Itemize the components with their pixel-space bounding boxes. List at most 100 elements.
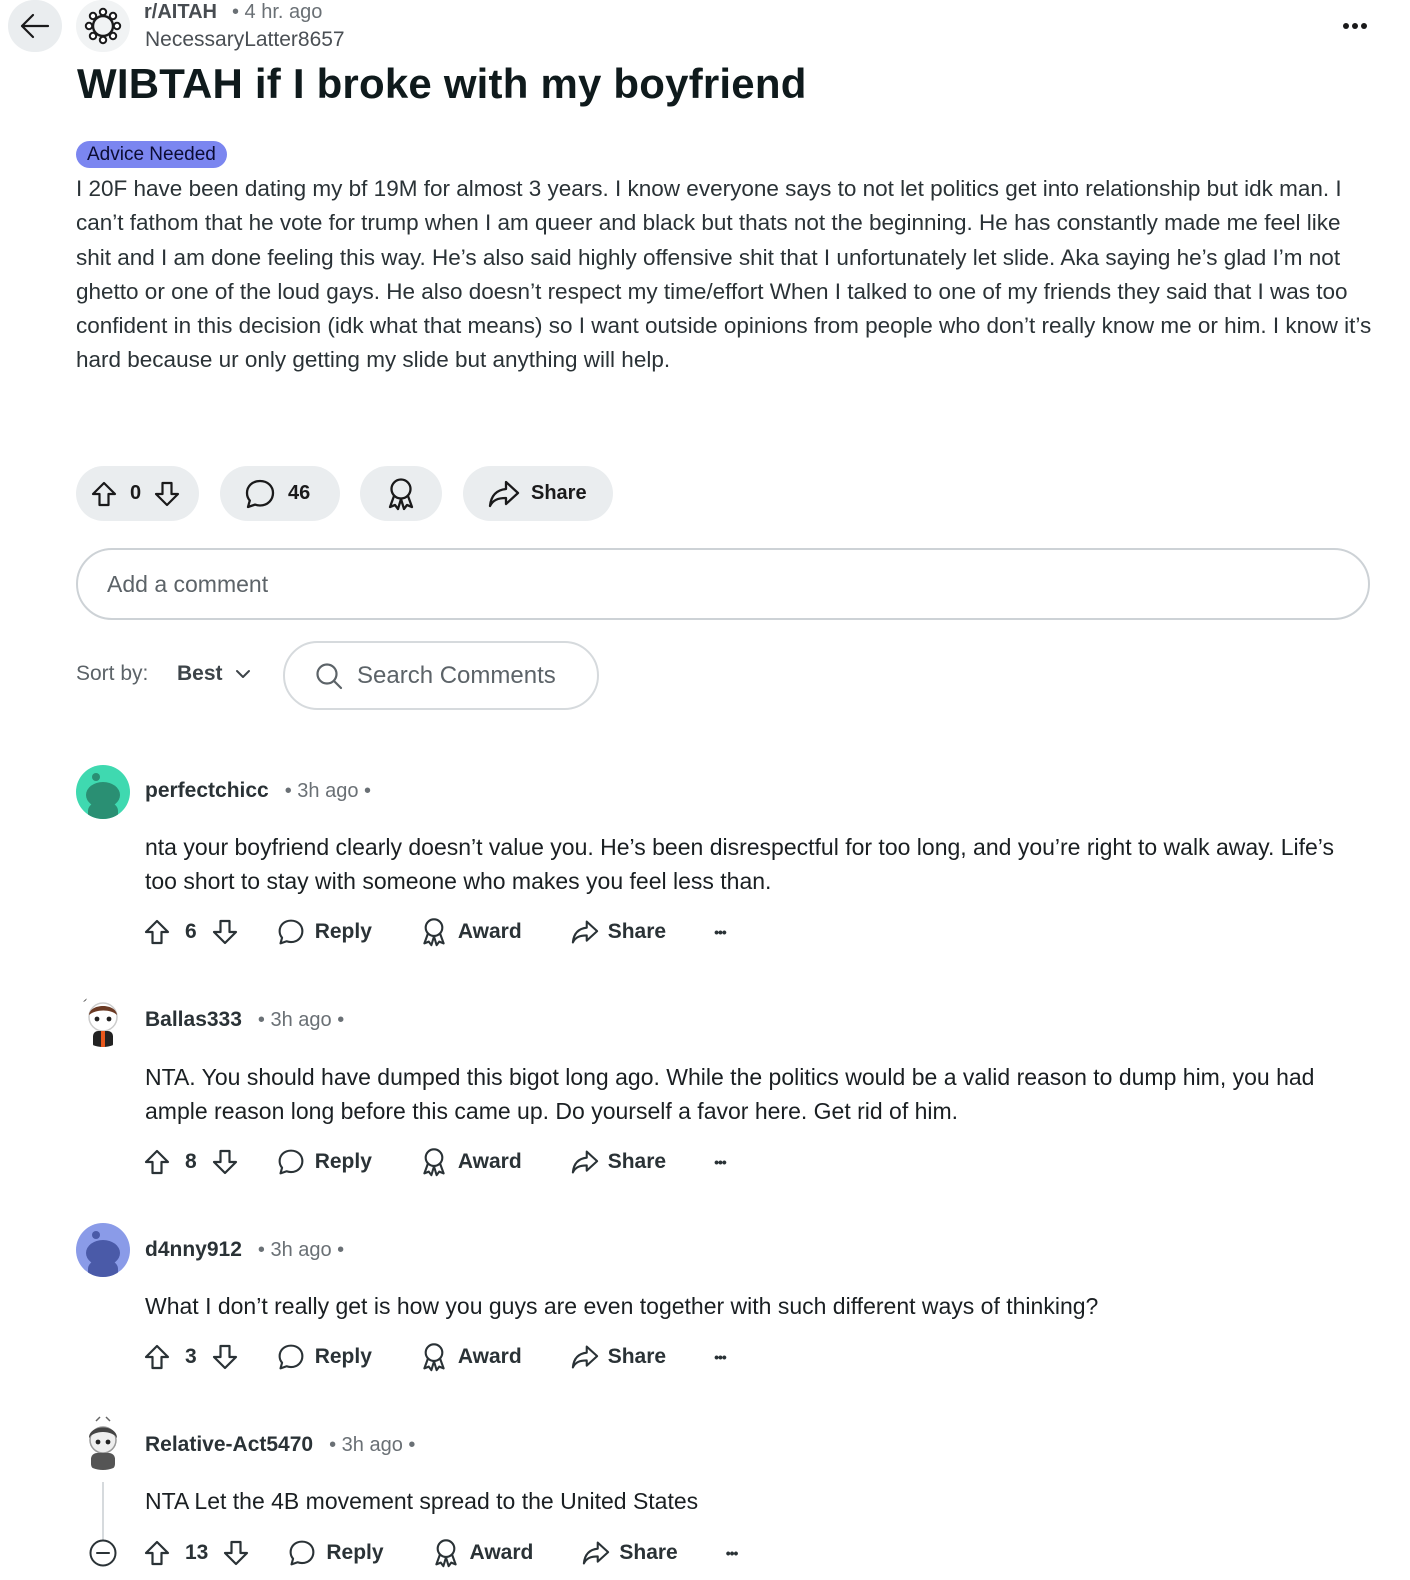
comment-username[interactable]: Ballas333: [145, 1008, 242, 1032]
comment-time: • 3h ago •: [257, 1239, 345, 1261]
downvote-icon[interactable]: [153, 480, 181, 508]
share-label: Share: [607, 920, 667, 943]
search-comments-placeholder: Search Comments: [357, 661, 556, 689]
upvote-icon[interactable]: [143, 918, 171, 946]
comment-time: • 3h ago •: [284, 780, 372, 802]
share-button[interactable]: Share: [570, 919, 666, 945]
more-horizontal-icon: [1343, 23, 1367, 29]
comment-avatar[interactable]: [76, 1223, 130, 1277]
share-button[interactable]: Share: [463, 466, 613, 521]
comment-bubble-icon: [278, 1344, 304, 1370]
award-button[interactable]: Award: [420, 1342, 522, 1372]
downvote-icon[interactable]: [222, 1539, 250, 1567]
comment-bubble-icon: [289, 1540, 315, 1566]
award-button[interactable]: Award: [420, 917, 522, 947]
downvote-icon[interactable]: [211, 1343, 239, 1371]
award-button[interactable]: [360, 466, 442, 521]
reply-label: Reply: [326, 1541, 384, 1564]
award-label: Award: [457, 1150, 522, 1173]
comment-count: 46: [288, 482, 311, 504]
share-arrow-icon: [583, 1541, 610, 1565]
award-icon: [388, 477, 414, 510]
comment-vote-count: 13: [185, 1541, 209, 1564]
comment-vote-count: 8: [185, 1150, 197, 1173]
share-arrow-icon: [571, 920, 598, 944]
comment-avatar[interactable]: [76, 993, 130, 1047]
upvote-icon[interactable]: [143, 1343, 171, 1371]
snoo-avatar-icon: [89, 1416, 117, 1470]
share-button[interactable]: Share: [581, 1540, 678, 1566]
comment-username[interactable]: Relative-Act5470: [145, 1433, 313, 1457]
snoo-avatar-icon: [86, 773, 120, 819]
reply-button[interactable]: Reply: [277, 918, 372, 946]
comment-username[interactable]: d4nny912: [145, 1238, 242, 1262]
comment-username[interactable]: perfectchicc: [145, 779, 269, 803]
upvote-icon[interactable]: [90, 480, 118, 508]
comment-overflow-button[interactable]: •••: [714, 1154, 727, 1170]
comment-meta: Relative-Act5470 • 3h ago •: [145, 1433, 415, 1457]
comment-avatar[interactable]: [76, 765, 130, 819]
share-label: Share: [607, 1345, 667, 1368]
award-button[interactable]: Award: [432, 1538, 534, 1568]
post-vote-count: 0: [130, 482, 142, 504]
post-author[interactable]: NecessaryLatter8657: [145, 28, 345, 52]
reply-button[interactable]: Reply: [288, 1539, 384, 1567]
back-button[interactable]: [8, 0, 62, 52]
share-arrow-icon: [571, 1345, 598, 1369]
comment-text: nta your boyfriend clearly doesn’t value…: [145, 834, 1335, 895]
thread-line[interactable]: [102, 1482, 104, 1542]
reply-button[interactable]: Reply: [277, 1343, 372, 1371]
share-button[interactable]: Share: [570, 1344, 666, 1370]
post-vote-group: 0: [76, 466, 199, 521]
award-icon: [434, 1539, 457, 1568]
award-icon: [423, 918, 445, 947]
upvote-icon[interactable]: [143, 1148, 171, 1176]
share-button[interactable]: Share: [570, 1149, 666, 1175]
share-label: Share: [531, 482, 587, 504]
post-body: I 20F have been dating my bf 19M for alm…: [76, 176, 1372, 373]
comment-overflow-button[interactable]: •••: [714, 1349, 727, 1365]
reply-label: Reply: [314, 920, 372, 943]
award-label: Award: [469, 1541, 534, 1564]
comment-overflow-button[interactable]: •••: [714, 924, 727, 940]
comment-bubble-icon: [245, 479, 275, 508]
share-arrow-icon: [571, 1150, 598, 1174]
award-icon: [423, 1148, 445, 1177]
collapse-thread-button[interactable]: [88, 1538, 118, 1568]
share-arrow-icon: [488, 480, 520, 507]
comment-actions: 13 Reply Award Share •••: [143, 1533, 739, 1573]
comment-overflow-button[interactable]: •••: [726, 1545, 739, 1561]
comment-text: NTA Let the 4B movement spread to the Un…: [145, 1488, 699, 1514]
subreddit-icon[interactable]: [76, 0, 130, 52]
comment-avatar[interactable]: [76, 1416, 130, 1470]
post-flair[interactable]: Advice Needed: [76, 141, 227, 168]
comment-meta: Ballas333 • 3h ago •: [145, 1008, 344, 1032]
sort-label: Sort by:: [76, 662, 149, 685]
downvote-icon[interactable]: [211, 1148, 239, 1176]
reply-label: Reply: [314, 1150, 372, 1173]
sort-dropdown[interactable]: Best: [177, 662, 251, 686]
comment-text: What I don’t really get is how you guys …: [145, 1293, 1099, 1319]
snoo-avatar-icon: [79, 994, 118, 1047]
subreddit-name[interactable]: r/AITAH: [144, 1, 217, 24]
downvote-icon[interactable]: [211, 918, 239, 946]
post-title: WIBTAH if I broke with my boyfriend: [77, 60, 807, 107]
search-icon: [316, 662, 343, 689]
upvote-icon[interactable]: [143, 1539, 171, 1567]
award-label: Award: [457, 920, 522, 943]
award-button[interactable]: Award: [420, 1147, 522, 1177]
comment-actions: 8 Reply Award Share •••: [143, 1142, 727, 1182]
comments-button[interactable]: 46: [220, 466, 340, 521]
search-comments-input[interactable]: Search Comments: [283, 641, 599, 710]
award-label: Award: [457, 1345, 522, 1368]
add-comment-input[interactable]: Add a comment: [76, 548, 1370, 620]
reply-button[interactable]: Reply: [277, 1148, 372, 1176]
add-comment-placeholder: Add a comment: [107, 570, 269, 597]
snoo-avatar-icon: [86, 1231, 120, 1277]
post-time: • 4 hr. ago: [232, 1, 323, 23]
comment-time: • 3h ago •: [329, 1434, 416, 1456]
comment-time: • 3h ago •: [257, 1009, 345, 1031]
post-overflow-button[interactable]: [1338, 14, 1372, 38]
collapse-minus-icon: [89, 1539, 117, 1567]
comment-bubble-icon: [278, 1149, 304, 1175]
